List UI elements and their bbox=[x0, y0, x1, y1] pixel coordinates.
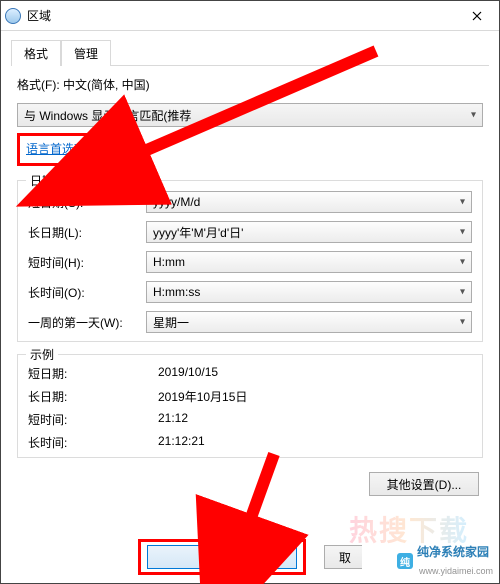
row-short-time: 短时间(H): H:mm ▾ bbox=[28, 251, 472, 273]
row-long-time: 长时间(O): H:mm:ss ▾ bbox=[28, 281, 472, 303]
chevron-down-icon: ▾ bbox=[460, 227, 465, 238]
example-long-time: 长时间: 21:12:21 bbox=[28, 434, 472, 451]
globe-icon bbox=[5, 8, 21, 24]
close-button[interactable] bbox=[454, 1, 499, 31]
label-short-date: 短日期(S): bbox=[28, 194, 146, 211]
format-label-row: 格式(F): 中文(简体, 中国) bbox=[17, 76, 483, 93]
ok-button[interactable]: 确定 bbox=[147, 545, 297, 569]
format-combo[interactable]: 与 Windows 显示语言匹配(推荐 ▾ bbox=[17, 103, 483, 127]
other-settings-button[interactable]: 其他设置(D)... bbox=[369, 472, 479, 496]
label-short-time: 短时间(H): bbox=[28, 254, 146, 271]
combo-short-date[interactable]: yyyy/M/d ▾ bbox=[146, 191, 472, 213]
chevron-down-icon: ▾ bbox=[460, 197, 465, 208]
watermark-url: www.yidaimei.com bbox=[419, 566, 493, 576]
format-combo-value: 与 Windows 显示语言匹配(推荐 bbox=[24, 107, 191, 124]
titlebar: 区域 bbox=[1, 1, 499, 31]
row-long-date: 长日期(L): yyyy'年'M'月'd'日' ▾ bbox=[28, 221, 472, 243]
examples-title: 示例 bbox=[26, 346, 58, 363]
tab-strip: 格式 管理 bbox=[11, 39, 489, 65]
example-short-time: 短时间: 21:12 bbox=[28, 411, 472, 428]
watermark-logo-icon: 纯 bbox=[397, 553, 413, 569]
combo-short-time[interactable]: H:mm ▾ bbox=[146, 251, 472, 273]
combo-long-date[interactable]: yyyy'年'M'月'd'日' ▾ bbox=[146, 221, 472, 243]
examples-group: 示例 短日期: 2019/10/15 长日期: 2019年10月15日 短时间:… bbox=[17, 354, 483, 458]
chevron-down-icon: ▾ bbox=[460, 317, 465, 328]
label-long-time: 长时间(O): bbox=[28, 284, 146, 301]
tab-format[interactable]: 格式 bbox=[11, 40, 61, 66]
chevron-down-icon: ▾ bbox=[460, 287, 465, 298]
example-short-date: 短日期: 2019/10/15 bbox=[28, 365, 472, 382]
row-short-date: 短日期(S): yyyy/M/d ▾ bbox=[28, 191, 472, 213]
window-title: 区域 bbox=[27, 7, 51, 24]
language-preferences-link[interactable]: 语言首选项 bbox=[26, 142, 86, 156]
annotation-box-link: 语言首选项 bbox=[17, 133, 95, 166]
example-long-date: 长日期: 2019年10月15日 bbox=[28, 388, 472, 405]
chevron-down-icon: ▾ bbox=[471, 110, 476, 121]
combo-long-time[interactable]: H:mm:ss ▾ bbox=[146, 281, 472, 303]
label-long-date: 长日期(L): bbox=[28, 224, 146, 241]
tab-admin[interactable]: 管理 bbox=[61, 40, 111, 66]
watermark: 纯 纯净系统家园 www.yidaimei.com bbox=[397, 543, 493, 579]
chevron-down-icon: ▾ bbox=[460, 257, 465, 268]
format-panel: 格式(F): 中文(简体, 中国) 与 Windows 显示语言匹配(推荐 ▾ … bbox=[11, 66, 489, 496]
format-label: 格式(F): 中文(简体, 中国) bbox=[17, 76, 150, 93]
datetime-group-title: 日期和时间格式 bbox=[26, 172, 118, 189]
other-settings-row: 其他设置(D)... bbox=[17, 472, 483, 496]
datetime-format-group: 日期和时间格式 短日期(S): yyyy/M/d ▾ 长日期(L): yyyy'… bbox=[17, 180, 483, 342]
close-icon bbox=[472, 11, 482, 21]
region-dialog: 区域 格式 管理 格式(F): 中文(简体, 中国) 与 Windows 显示语… bbox=[0, 0, 500, 584]
annotation-box-ok: 确定 bbox=[138, 539, 306, 575]
client-area: 格式 管理 格式(F): 中文(简体, 中国) 与 Windows 显示语言匹配… bbox=[1, 31, 499, 583]
watermark-brand: 纯净系统家园 bbox=[417, 545, 489, 559]
cancel-button-fragment[interactable]: 取 bbox=[324, 545, 362, 569]
combo-first-day[interactable]: 星期一 ▾ bbox=[146, 311, 472, 333]
label-first-day: 一周的第一天(W): bbox=[28, 314, 146, 331]
row-first-day: 一周的第一天(W): 星期一 ▾ bbox=[28, 311, 472, 333]
